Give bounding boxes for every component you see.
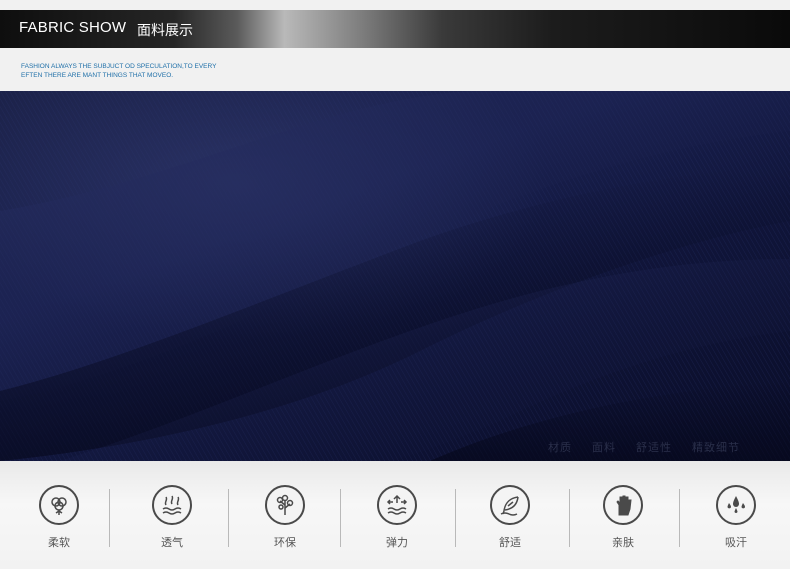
feature-sweat-absorbing: 吸汗 <box>696 485 776 550</box>
hand-icon <box>603 485 643 525</box>
tagline: FASHION ALWAYS THE SUBJUCT OD SPECULATIO… <box>21 62 216 80</box>
feature-label: 透气 <box>161 536 183 549</box>
feature-label: 弹力 <box>386 536 408 549</box>
feature-label: 柔软 <box>48 536 70 549</box>
feather-icon <box>490 485 530 525</box>
section-header: FABRIC SHOW 面料展示 <box>0 10 790 48</box>
fabric-folds <box>0 91 790 461</box>
tagline-line-2: EFTEN THERE ARE MANT THINGS THAT MOVEO. <box>21 72 174 79</box>
eco-tree-icon <box>265 485 305 525</box>
overlay-label: 舒适性 <box>636 441 672 454</box>
overlay-label: 精致细节 <box>692 441 740 454</box>
overlay-label: 面料 <box>592 441 616 454</box>
feature-label: 舒适 <box>499 536 521 549</box>
divider <box>228 489 229 547</box>
divider <box>340 489 341 547</box>
breathable-icon <box>152 485 192 525</box>
tagline-line-1: FASHION ALWAYS THE SUBJUCT OD SPECULATIO… <box>21 63 217 70</box>
feature-label: 亲肤 <box>612 536 634 549</box>
feature-comfort: 舒适 <box>470 485 550 550</box>
feature-stretch: 弹力 <box>357 485 437 550</box>
feature-soft: 柔软 <box>19 485 99 550</box>
feature-breathable: 透气 <box>132 485 212 550</box>
divider <box>569 489 570 547</box>
overlay-label: 材质 <box>548 441 572 454</box>
cotton-icon <box>39 485 79 525</box>
feature-skin-friendly: 亲肤 <box>583 485 663 550</box>
divider <box>109 489 110 547</box>
header-title-zh: 面料展示 <box>137 23 193 39</box>
feature-label: 环保 <box>274 536 296 549</box>
fabric-overlay-labels: 材质 面料 舒适性 精致细节 <box>548 439 760 455</box>
feature-eco: 环保 <box>245 485 325 550</box>
stretch-icon <box>377 485 417 525</box>
divider <box>679 489 680 547</box>
feature-label: 吸汗 <box>725 536 747 549</box>
divider <box>455 489 456 547</box>
feature-bar: 柔软 透气 环保 弹力 舒适 亲肤 吸汗 <box>0 461 790 569</box>
fabric-photo <box>0 91 790 461</box>
sweat-drop-icon <box>716 485 756 525</box>
header-title-en: FABRIC SHOW <box>19 19 127 36</box>
